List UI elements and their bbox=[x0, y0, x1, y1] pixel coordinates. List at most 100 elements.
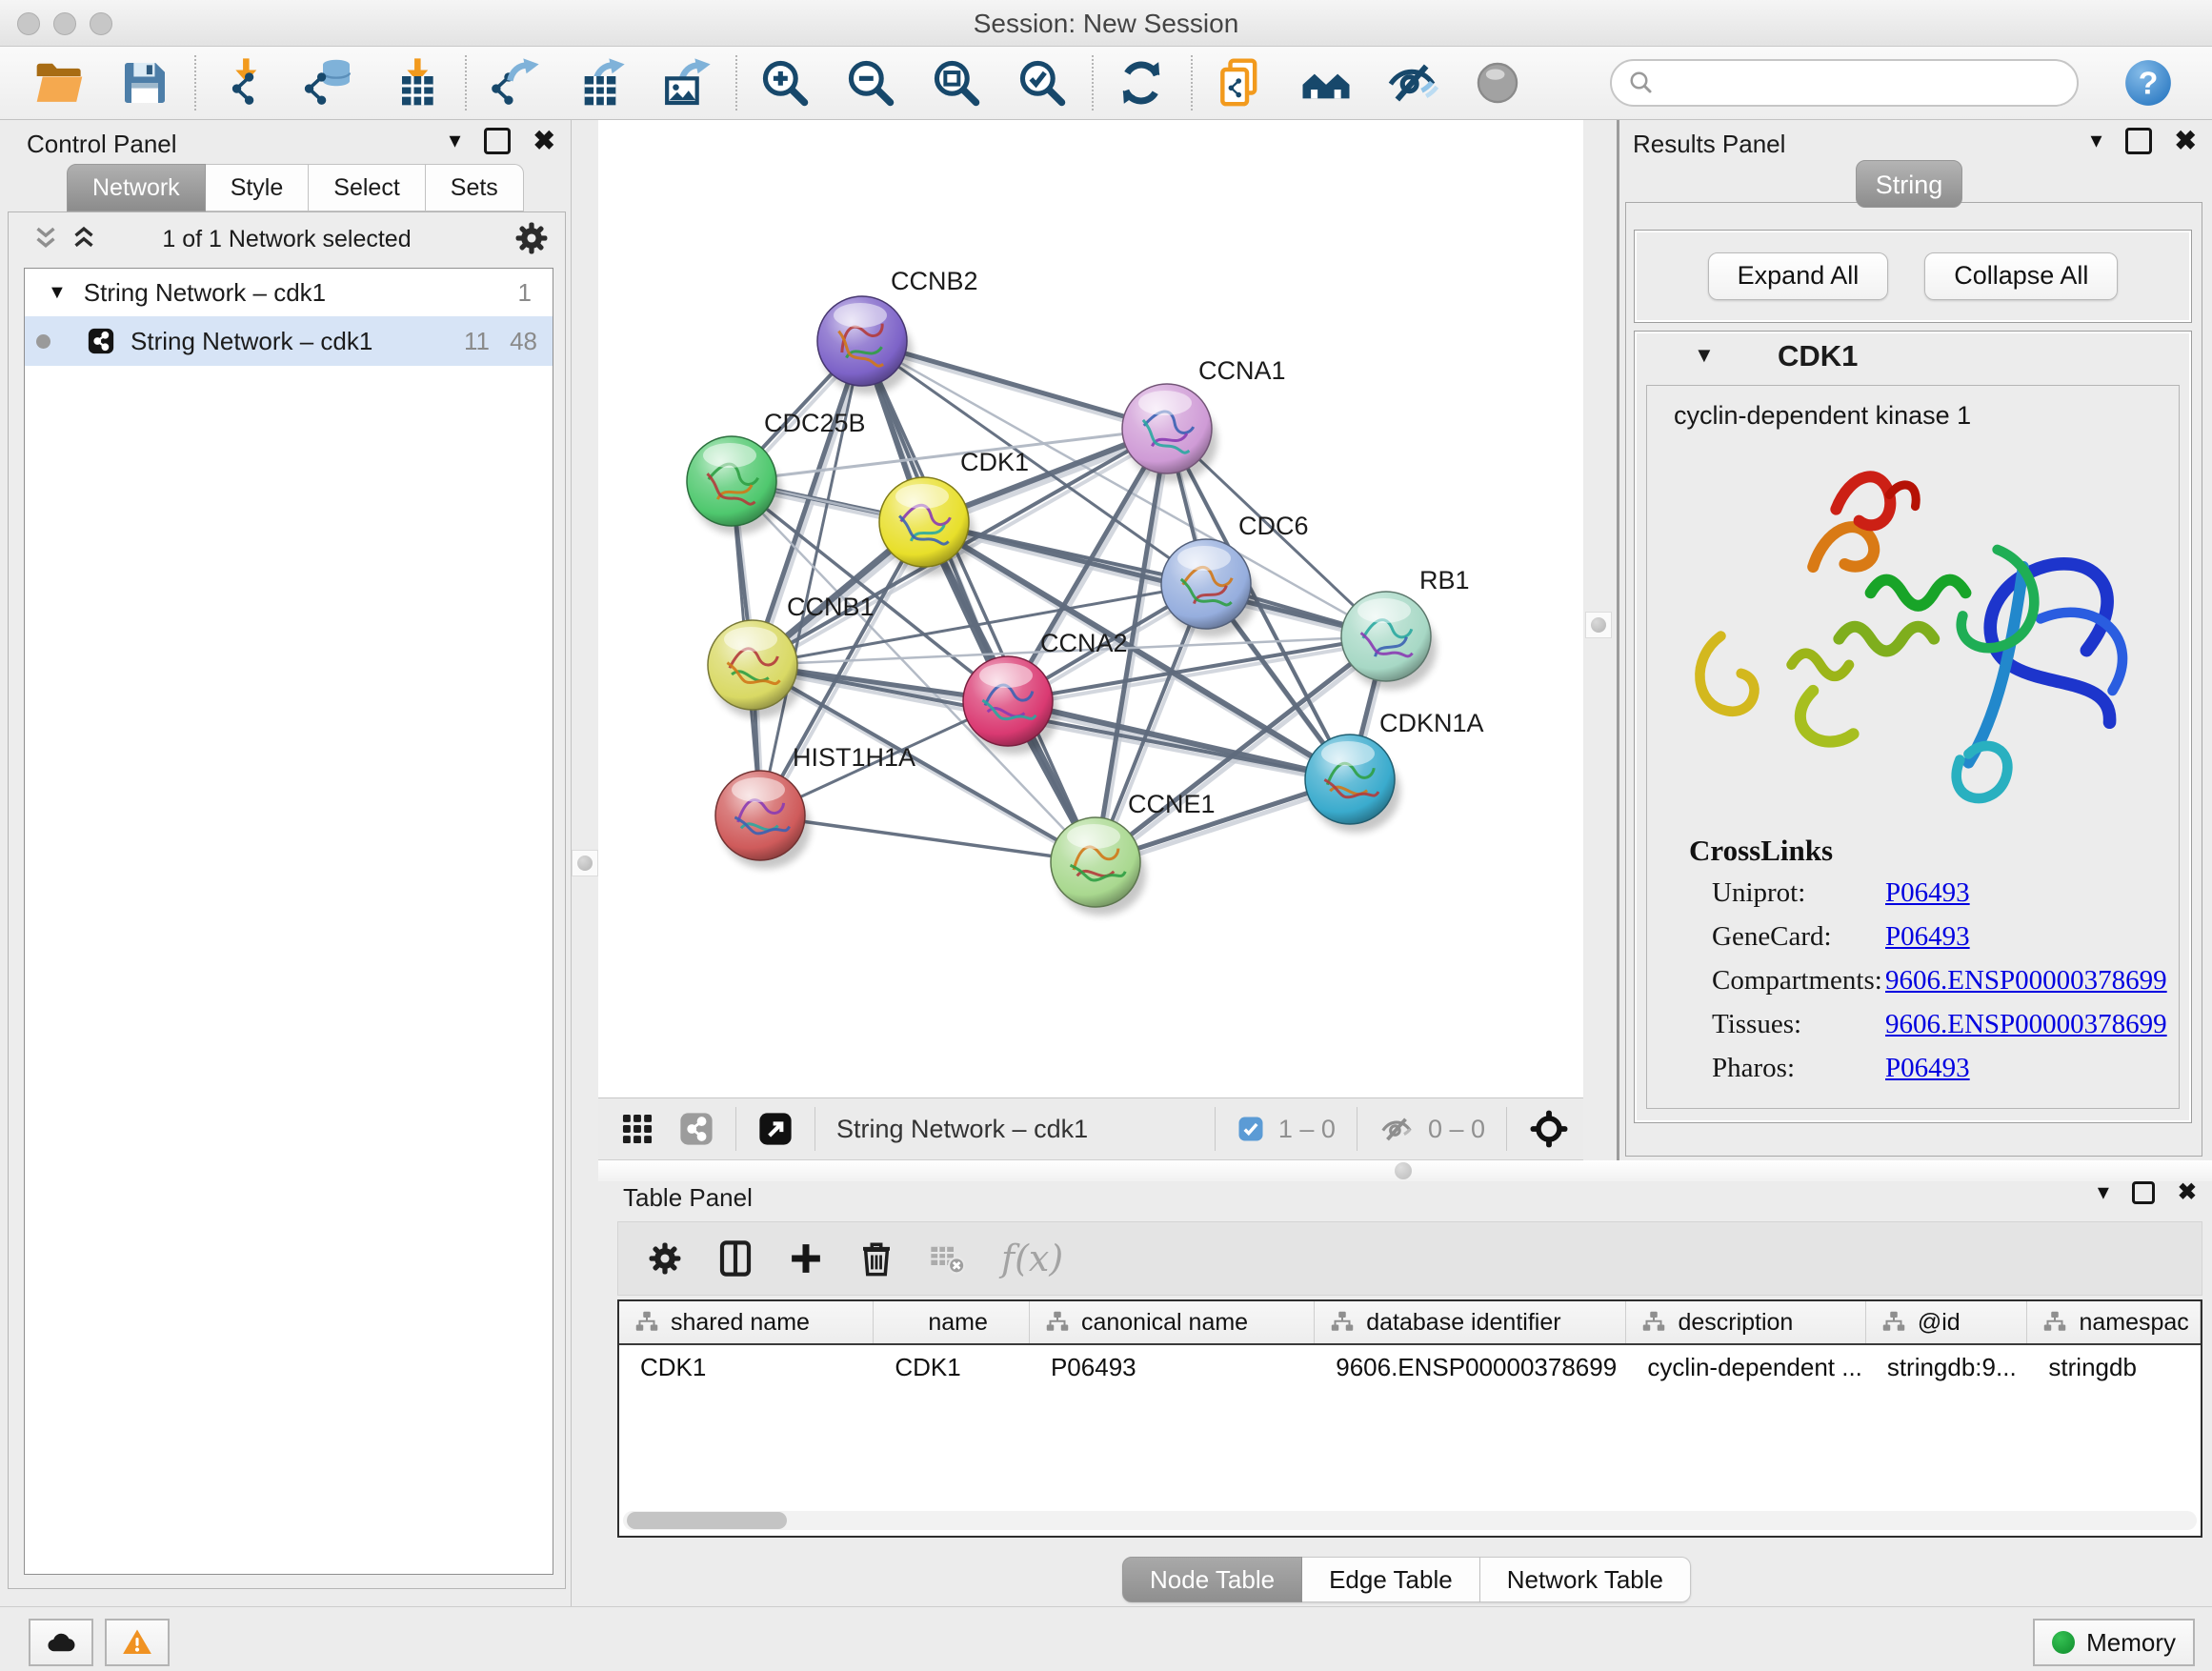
network-node-ccnb1[interactable] bbox=[708, 620, 797, 710]
zoom-in-icon[interactable] bbox=[758, 56, 812, 110]
toolbar-separator bbox=[194, 55, 196, 111]
panel-menu-icon[interactable]: ▾ bbox=[449, 130, 460, 152]
tab-string[interactable]: String bbox=[1856, 160, 1962, 208]
table-cell[interactable]: CDK1 bbox=[874, 1345, 1030, 1389]
search-input[interactable] bbox=[1610, 59, 2079, 107]
import-table-icon[interactable] bbox=[389, 56, 442, 110]
memory-button[interactable]: Memory bbox=[2033, 1619, 2195, 1666]
hide-selected-icon[interactable] bbox=[1385, 56, 1438, 110]
table-cell[interactable]: stringdb bbox=[2027, 1345, 2201, 1389]
network-node-hist1h1a[interactable] bbox=[715, 771, 805, 860]
network-node-cdc25b[interactable] bbox=[687, 436, 776, 526]
import-database-icon[interactable] bbox=[303, 56, 356, 110]
export-table-icon[interactable] bbox=[573, 56, 627, 110]
table-settings-gear-icon[interactable] bbox=[645, 1238, 685, 1278]
network-node-cdc6[interactable] bbox=[1161, 539, 1251, 629]
network-node-ccnb2[interactable] bbox=[817, 296, 907, 386]
panel-menu-icon[interactable]: ▾ bbox=[2090, 130, 2101, 152]
panel-close-icon[interactable]: ✖ bbox=[533, 128, 555, 154]
grid-view-icon[interactable] bbox=[619, 1111, 655, 1147]
gene-section: ▼ CDK1 cyclin-dependent kinase 1 bbox=[1634, 331, 2192, 1123]
network-share-icon[interactable] bbox=[678, 1111, 714, 1147]
network-node-cdk1[interactable] bbox=[879, 477, 969, 567]
collapse-all-button[interactable]: Collapse All bbox=[1924, 252, 2118, 300]
right-splitter[interactable] bbox=[1583, 120, 1619, 1160]
node-table[interactable]: shared namenamecanonical namedatabase id… bbox=[617, 1299, 2202, 1538]
network-node-ccne1[interactable] bbox=[1051, 817, 1140, 907]
horizontal-splitter-handle[interactable] bbox=[1395, 1162, 1412, 1179]
export-network-icon[interactable] bbox=[488, 56, 541, 110]
table-cell[interactable]: cyclin-dependent ... bbox=[1626, 1345, 1865, 1389]
refresh-icon[interactable] bbox=[1115, 56, 1168, 110]
crosslink-link[interactable]: P06493 bbox=[1885, 877, 1970, 912]
birds-eye-view-icon[interactable] bbox=[757, 1111, 794, 1147]
network-node-cdkn1a[interactable] bbox=[1305, 735, 1395, 824]
column-header-namespac[interactable]: namespac bbox=[2027, 1301, 2201, 1343]
network-edge[interactable] bbox=[760, 815, 1096, 862]
table-horizontal-scrollbar[interactable] bbox=[623, 1511, 2197, 1530]
network-node-rb1[interactable] bbox=[1341, 592, 1431, 681]
panel-float-icon[interactable] bbox=[2132, 1181, 2155, 1204]
network-row-selected[interactable]: String Network – cdk1 11 48 bbox=[25, 316, 553, 366]
crosslink-link[interactable]: P06493 bbox=[1885, 1053, 1970, 1087]
add-column-icon[interactable] bbox=[786, 1238, 826, 1278]
show-columns-icon[interactable] bbox=[715, 1238, 755, 1278]
crosslink-link[interactable]: P06493 bbox=[1885, 921, 1970, 956]
help-button[interactable]: ? bbox=[2122, 57, 2174, 109]
copy-network-icon[interactable] bbox=[1214, 56, 1267, 110]
column-header-name[interactable]: name bbox=[874, 1301, 1030, 1343]
panel-menu-icon[interactable]: ▾ bbox=[2098, 1181, 2109, 1204]
fit-selected-crosshair-icon[interactable] bbox=[1528, 1108, 1570, 1150]
tab-edge-table[interactable]: Edge Table bbox=[1302, 1557, 1480, 1602]
column-header-description[interactable]: description bbox=[1626, 1301, 1865, 1343]
tab-select[interactable]: Select bbox=[309, 164, 425, 211]
right-splitter-handle[interactable] bbox=[1585, 612, 1612, 638]
hidden-eye-icon[interactable] bbox=[1378, 1111, 1415, 1147]
delete-column-trash-icon[interactable] bbox=[856, 1238, 896, 1278]
panel-float-icon[interactable] bbox=[484, 128, 511, 154]
export-image-icon[interactable] bbox=[659, 56, 713, 110]
expand-all-button[interactable]: Expand All bbox=[1708, 252, 1889, 300]
tab-network-table[interactable]: Network Table bbox=[1480, 1557, 1691, 1602]
import-network-icon[interactable] bbox=[217, 56, 271, 110]
graphics-details-icon[interactable] bbox=[1471, 56, 1524, 110]
table-cell[interactable]: CDK1 bbox=[619, 1345, 874, 1389]
tab-network[interactable]: Network bbox=[67, 164, 206, 211]
collection-expander-icon[interactable]: ▼ bbox=[48, 282, 67, 304]
horizontal-splitter[interactable] bbox=[598, 1160, 2212, 1181]
tab-sets[interactable]: Sets bbox=[426, 164, 524, 211]
cloud-button[interactable] bbox=[29, 1619, 93, 1666]
left-splitter[interactable] bbox=[572, 120, 598, 1606]
crosslink-link[interactable]: 9606.ENSP00000378699 bbox=[1885, 1009, 2167, 1043]
panel-float-icon[interactable] bbox=[2125, 128, 2152, 154]
gene-expander-icon[interactable]: ▼ bbox=[1694, 343, 1715, 368]
network-options-gear-icon[interactable] bbox=[512, 218, 552, 258]
save-session-icon[interactable] bbox=[118, 56, 171, 110]
selected-checkbox-icon[interactable] bbox=[1237, 1115, 1265, 1143]
warnings-button[interactable] bbox=[105, 1619, 170, 1666]
tab-node-table[interactable]: Node Table bbox=[1122, 1557, 1302, 1602]
table-cell[interactable]: 9606.ENSP00000378699 bbox=[1315, 1345, 1626, 1389]
network-canvas[interactable]: CCNB2CCNA1CDC25BCDK1CDC6RB1CCNB1CCNA2CDK… bbox=[598, 120, 1583, 1097]
network-node-ccna1[interactable] bbox=[1122, 384, 1212, 473]
first-neighbors-icon[interactable] bbox=[1299, 56, 1353, 110]
zoom-out-icon[interactable] bbox=[844, 56, 897, 110]
zoom-selected-icon[interactable] bbox=[1016, 56, 1069, 110]
table-row[interactable]: CDK1CDK1P064939606.ENSP00000378699cyclin… bbox=[619, 1345, 2201, 1389]
network-collection-row[interactable]: ▼ String Network – cdk1 1 bbox=[25, 269, 553, 316]
panel-close-icon[interactable]: ✖ bbox=[2175, 128, 2197, 154]
column-header--id[interactable]: @id bbox=[1866, 1301, 2028, 1343]
column-header-canonical-name[interactable]: canonical name bbox=[1030, 1301, 1315, 1343]
tab-style[interactable]: Style bbox=[206, 164, 310, 211]
column-header-shared-name[interactable]: shared name bbox=[619, 1301, 874, 1343]
panel-close-icon[interactable]: ✖ bbox=[2178, 1181, 2197, 1204]
column-header-database-identifier[interactable]: database identifier bbox=[1315, 1301, 1626, 1343]
network-node-ccna2[interactable] bbox=[963, 656, 1053, 746]
left-splitter-handle[interactable] bbox=[572, 850, 598, 876]
crosslink-link[interactable]: 9606.ENSP00000378699 bbox=[1885, 965, 2167, 999]
table-cell[interactable]: stringdb:9... bbox=[1866, 1345, 2028, 1389]
table-cell[interactable]: P06493 bbox=[1030, 1345, 1315, 1389]
zoom-fit-icon[interactable] bbox=[930, 56, 983, 110]
scrollbar-thumb[interactable] bbox=[627, 1512, 787, 1529]
open-session-icon[interactable] bbox=[32, 56, 86, 110]
